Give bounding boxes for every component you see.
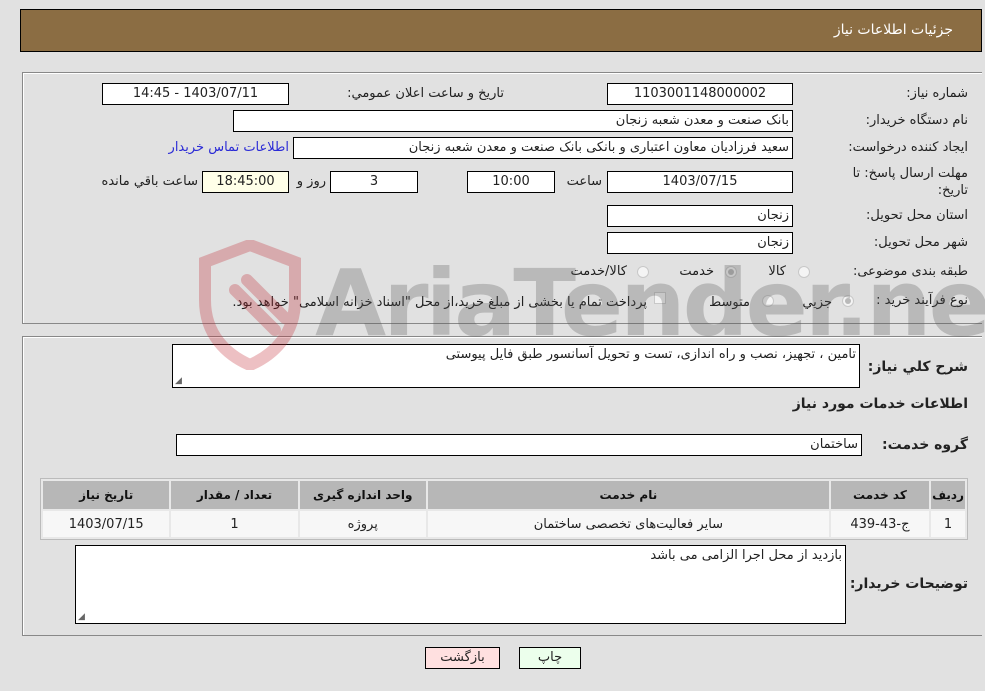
resize-grip-icon[interactable]: ◢ bbox=[78, 612, 85, 622]
process-option-medium: متوسط bbox=[709, 295, 750, 310]
category-radio-service[interactable] bbox=[725, 266, 737, 278]
remaining-time-label: ساعت باقي مانده bbox=[101, 174, 198, 189]
deadline-time-field: 10:00 bbox=[467, 171, 555, 193]
col-code-header: کد خدمت bbox=[830, 481, 930, 509]
need-info-panel: شماره نیاز: 1103001148000002 تاریخ و ساع… bbox=[22, 72, 982, 324]
page-header: جزئیات اطلاعات نیاز bbox=[20, 9, 982, 52]
announce-field: 1403/07/11 - 14:45 bbox=[102, 83, 289, 105]
process-option-minor: جزيي bbox=[802, 295, 832, 310]
creator-label: ایجاد کننده درخواست: bbox=[848, 140, 968, 155]
cell-row: 1 bbox=[931, 511, 965, 537]
services-table: رديف کد خدمت نام خدمت واحد اندازه گيری ت… bbox=[40, 478, 968, 540]
col-unit-header: واحد اندازه گيری bbox=[299, 481, 426, 509]
col-row-header: رديف bbox=[931, 481, 965, 509]
col-name-header: نام خدمت bbox=[427, 481, 829, 509]
category-radio-goods[interactable] bbox=[798, 266, 810, 278]
treasury-checkbox[interactable] bbox=[654, 292, 666, 304]
table-row: 1 ج-43-439 سایر فعالیت‌های تخصصی ساختمان… bbox=[43, 511, 965, 537]
need-number-field: 1103001148000002 bbox=[607, 83, 793, 105]
cell-unit: پروژه bbox=[299, 511, 426, 537]
services-table-header: رديف کد خدمت نام خدمت واحد اندازه گيری ت… bbox=[43, 481, 965, 509]
need-number-label: شماره نیاز: bbox=[906, 86, 968, 101]
category-option-goods: کالا bbox=[768, 264, 786, 279]
category-label: طبقه بندی موضوعی: bbox=[852, 264, 968, 279]
creator-field: سعید فرزادیان معاون اعتباری و بانکی بانک… bbox=[293, 137, 793, 159]
print-button[interactable]: چاپ bbox=[519, 647, 581, 669]
cell-date: 1403/07/15 bbox=[43, 511, 170, 537]
buyer-notes-label: توضيحات خريدار: bbox=[849, 576, 968, 592]
buyer-notes-textarea[interactable]: بازدید از محل اجرا الزامی می باشد ◢ bbox=[75, 545, 846, 624]
process-label: نوع فرآيند خريد : bbox=[876, 293, 968, 308]
buyer-org-label: نام دستگاه خريدار: bbox=[865, 113, 968, 128]
category-radio-goods-service[interactable] bbox=[637, 266, 649, 278]
deadline-time-label: ساعت bbox=[566, 174, 602, 189]
col-date-header: تاريخ نياز bbox=[43, 481, 170, 509]
buyer-contact-link[interactable]: اطلاعات تماس خريدار bbox=[169, 140, 289, 155]
cell-name: سایر فعالیت‌های تخصصی ساختمان bbox=[427, 511, 829, 537]
description-label: شرح کلي نياز: bbox=[867, 359, 968, 375]
treasury-note: پرداخت تمام يا بخشی از مبلغ خريد،از محل … bbox=[232, 295, 647, 310]
category-option-service: خدمت bbox=[679, 264, 714, 279]
page-title: جزئیات اطلاعات نیاز bbox=[833, 22, 953, 38]
city-label: شهر محل تحویل: bbox=[873, 235, 968, 250]
announce-label: تاریخ و ساعت اعلان عمومي: bbox=[347, 86, 504, 101]
service-group-label: گروه خدمت: bbox=[882, 437, 968, 453]
service-details-panel: شرح کلي نياز: تامین ، تجهیز، نصب و راه ا… bbox=[22, 336, 982, 636]
process-radio-minor[interactable] bbox=[842, 295, 854, 307]
description-textarea[interactable]: تامین ، تجهیز، نصب و راه اندازی، تست و ت… bbox=[172, 344, 860, 388]
description-text: تامین ، تجهیز، نصب و راه اندازی، تست و ت… bbox=[445, 347, 856, 362]
service-group-field: ساختمان bbox=[176, 434, 862, 456]
cell-code: ج-43-439 bbox=[830, 511, 930, 537]
col-qty-header: تعداد / مقدار bbox=[171, 481, 298, 509]
buyer-org-field: بانک صنعت و معدن شعبه زنجان bbox=[233, 110, 793, 132]
process-radio-medium[interactable] bbox=[762, 295, 774, 307]
remaining-time-field: 18:45:00 bbox=[202, 171, 289, 193]
buyer-notes-text: بازدید از محل اجرا الزامی می باشد bbox=[650, 548, 842, 563]
days-label: روز و bbox=[296, 174, 326, 189]
days-field: 3 bbox=[330, 171, 418, 193]
category-option-goods-service: کالا/خدمت bbox=[570, 264, 627, 279]
resize-grip-icon[interactable]: ◢ bbox=[175, 376, 182, 386]
services-heading: اطلاعات خدمات مورد نياز bbox=[792, 396, 968, 412]
back-button[interactable]: بازگشت bbox=[425, 647, 500, 669]
cell-qty: 1 bbox=[171, 511, 298, 537]
deadline-date-field: 1403/07/15 bbox=[607, 171, 793, 193]
deadline-label: مهلت ارسال پاسخ: تا تاریخ: bbox=[852, 166, 968, 198]
province-field: زنجان bbox=[607, 205, 793, 227]
province-label: استان محل تحویل: bbox=[866, 208, 968, 223]
city-field: زنجان bbox=[607, 232, 793, 254]
